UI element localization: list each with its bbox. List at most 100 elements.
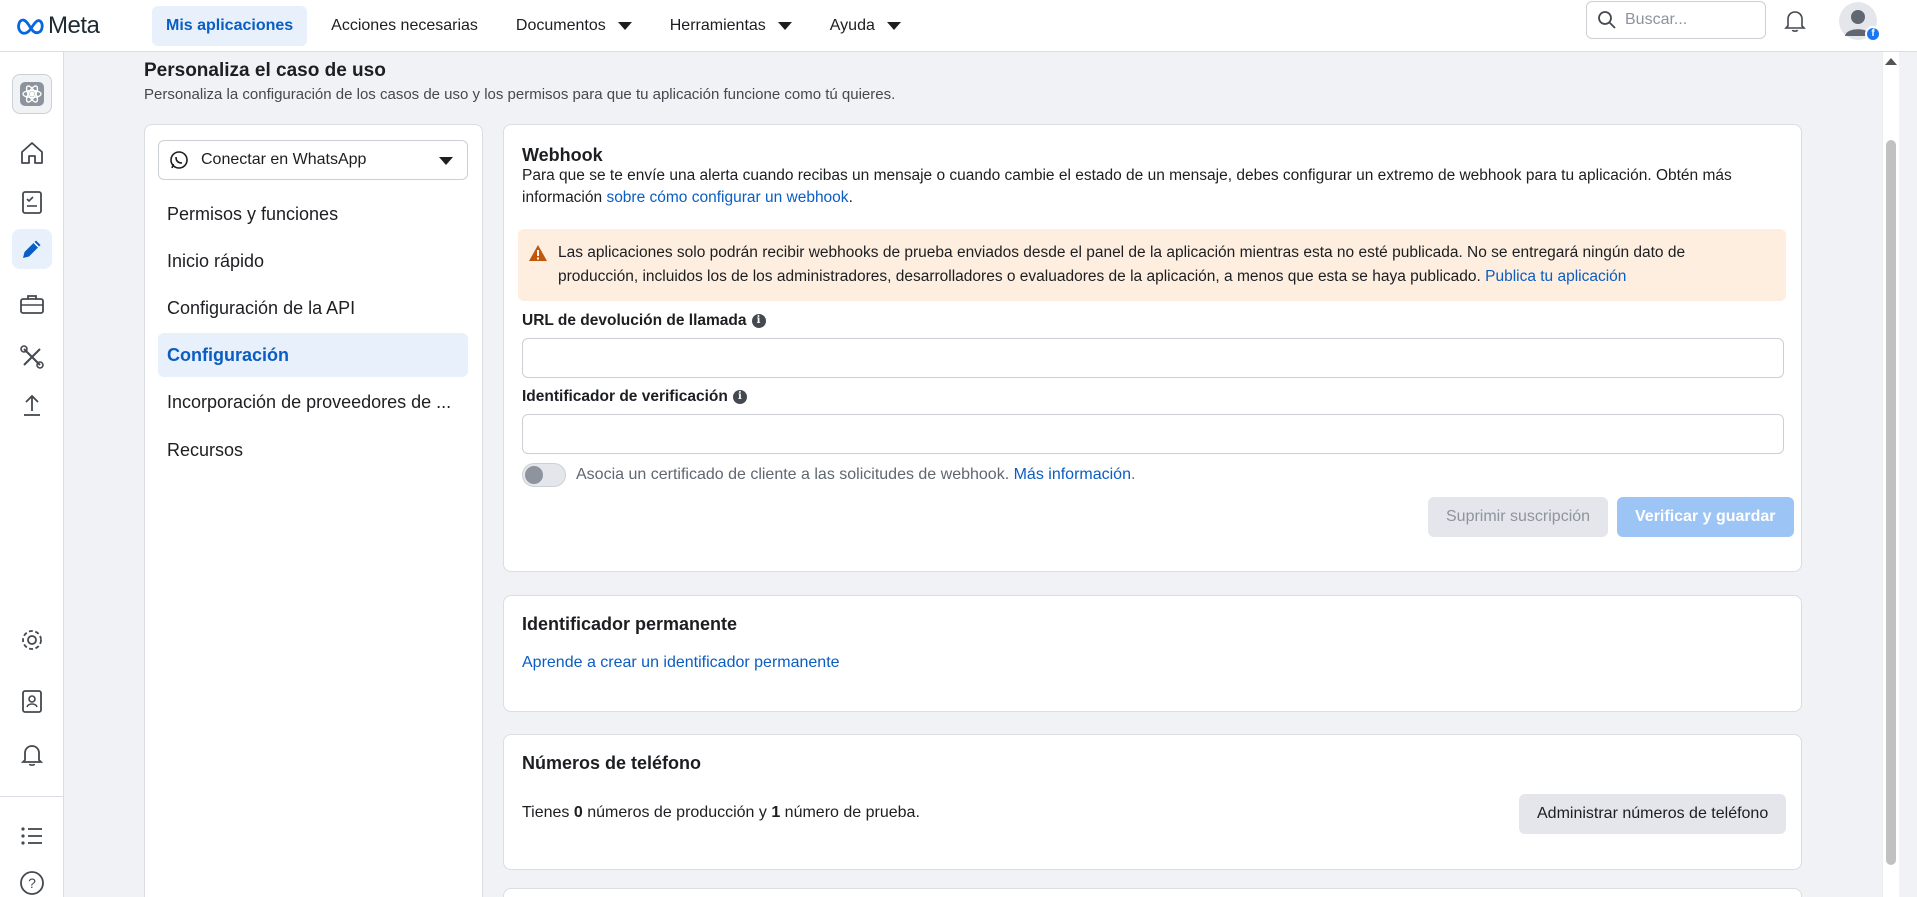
help-glyph: ? [28,875,36,891]
facebook-badge-icon: f [1865,26,1881,42]
nav-label: Herramientas [669,16,766,34]
nav-label: Documentos [515,16,606,34]
use-case-dropdown[interactable]: Conectar en WhatsApp [158,140,468,180]
meta-logo[interactable]: Meta [16,12,152,40]
checklist-icon [22,191,42,214]
summary-text: Tienes [522,804,574,821]
page-title: Personaliza el caso de uso [144,60,386,81]
nav-acciones-necesarias[interactable]: Acciones necesarias [317,6,492,46]
nav-label: Mis aplicaciones [166,16,294,34]
user-avatar[interactable]: f [1839,2,1881,42]
more-info-link[interactable]: Más información [1014,466,1131,484]
manage-phone-numbers-button[interactable]: Administrar números de teléfono [1519,794,1787,834]
contacts-icon [22,690,42,713]
sidebar-item-configuracion-api[interactable]: Configuración de la API [158,286,468,330]
publish-app-link[interactable]: Publica tu aplicación [1485,268,1626,285]
nav-herramientas[interactable]: Herramientas [656,6,806,46]
sidebar-item-label: Configuración de la API [167,297,356,318]
warning-triangle-icon [529,245,547,261]
unpublished-warning: Las aplicaciones solo podrán recibir web… [518,229,1786,301]
remove-subscription-button[interactable]: Suprimir suscripción [1428,497,1609,537]
rail-list-button[interactable] [12,816,52,856]
rail-home-button[interactable] [12,133,52,173]
scrollbar-thumb[interactable] [1886,140,1896,865]
notifications-bell-icon[interactable] [1782,8,1808,34]
rail-tools-button[interactable] [12,337,52,377]
test-count: 1 [771,804,781,821]
app-switcher-button[interactable] [12,74,52,114]
verify-token-label-text: Identificador de verificación [522,388,728,405]
webhook-card: Webhook Para que se te envíe una alerta … [503,124,1802,572]
rail-help-button[interactable]: ? [12,863,52,897]
rail-publish-button[interactable] [12,385,52,425]
rail-checklist-button[interactable] [12,182,52,222]
client-cert-row: Asocia un certificado de cliente a las s… [522,463,1135,487]
client-cert-end: . [1130,466,1136,483]
client-cert-text: Asocia un certificado de cliente a las s… [576,466,1010,483]
summary-text: números de producción y [582,804,772,821]
help-icon: ? [20,871,44,895]
home-icon [21,142,43,164]
sidebar-item-permisos[interactable]: Permisos y funciones [158,192,468,236]
verify-save-button[interactable]: Verificar y guardar [1617,497,1794,537]
meta-infinity-icon [17,18,44,35]
sidebar-item-recursos[interactable]: Recursos [158,428,468,472]
sidebar-item-inicio-rapido[interactable]: Inicio rápido [158,239,468,283]
search-placeholder: Buscar... [1625,11,1688,28]
next-card [503,888,1802,897]
scroll-up-arrow-icon[interactable] [1885,58,1897,65]
search-icon [1598,11,1616,29]
caret-down-icon [886,21,901,30]
sidebar-item-label: Inicio rápido [167,250,265,271]
webhook-desc-end: . [848,189,853,206]
sidebar-item-label: Configuración [167,344,289,365]
rail-alerts-button[interactable] [12,735,52,775]
webhook-description: Para que se te envíe una alerta cuando r… [522,165,1782,209]
sidebar-item-label: Permisos y funciones [167,203,339,224]
gear-icon [22,630,42,650]
rail-roles-button[interactable] [12,681,52,721]
client-cert-toggle[interactable] [522,463,566,487]
meta-logo-text: Meta [48,11,100,39]
use-case-sidebar: Conectar en WhatsApp Permisos y funcione… [144,124,483,897]
search-box[interactable]: Buscar... [1586,1,1766,39]
upload-icon [24,394,40,416]
phone-numbers-card: Números de teléfono Tienes 0 números de … [503,734,1802,870]
nav-mis-aplicaciones[interactable]: Mis aplicaciones [152,5,308,46]
app-icon [20,82,44,106]
callback-url-input[interactable] [522,338,1784,378]
sidebar-item-label: Incorporación de proveedores de ... [167,391,452,412]
sidebar-item-proveedores[interactable]: Incorporación de proveedores de ... [158,380,468,424]
rail-divider [0,796,64,797]
permanent-token-title: Identificador permanente [522,614,738,634]
nav-documentos[interactable]: Documentos [502,6,646,46]
callback-url-label: URL de devolución de llamada i [522,312,766,330]
nav-ayuda[interactable]: Ayuda [816,6,915,46]
callback-url-label-text: URL de devolución de llamada [522,312,747,329]
main-nav: Mis aplicaciones Acciones necesarias Doc… [152,0,925,52]
permanent-token-card: Identificador permanente Aprende a crear… [503,595,1802,712]
page-subtitle: Personaliza la configuración de los caso… [144,86,896,103]
sidebar-item-configuracion[interactable]: Configuración [158,333,468,377]
left-rail: ? [0,52,64,897]
info-icon[interactable]: i [732,390,747,404]
verify-token-label: Identificador de verificación i [522,388,747,406]
briefcase-icon [20,295,44,314]
rail-settings-button[interactable] [12,620,52,660]
sidebar-item-label: Recursos [167,439,244,460]
toggle-knob [525,466,543,484]
bell-icon [20,745,44,766]
list-icon [21,827,42,845]
verify-token-input[interactable] [522,414,1784,454]
whatsapp-icon [170,151,188,169]
webhook-docs-link[interactable]: sobre cómo configurar un webhook [606,189,848,206]
phone-numbers-title: Números de teléfono [522,753,702,773]
phone-numbers-summary: Tienes 0 números de producción y 1 númer… [522,804,920,822]
info-icon[interactable]: i [751,314,766,328]
summary-text: número de prueba. [780,804,920,821]
rail-edit-button[interactable] [12,229,52,269]
nav-label: Acciones necesarias [331,16,478,34]
permanent-token-link[interactable]: Aprende a crear un identificador permane… [522,654,840,672]
pencil-icon [23,240,41,258]
rail-business-button[interactable] [12,284,52,324]
